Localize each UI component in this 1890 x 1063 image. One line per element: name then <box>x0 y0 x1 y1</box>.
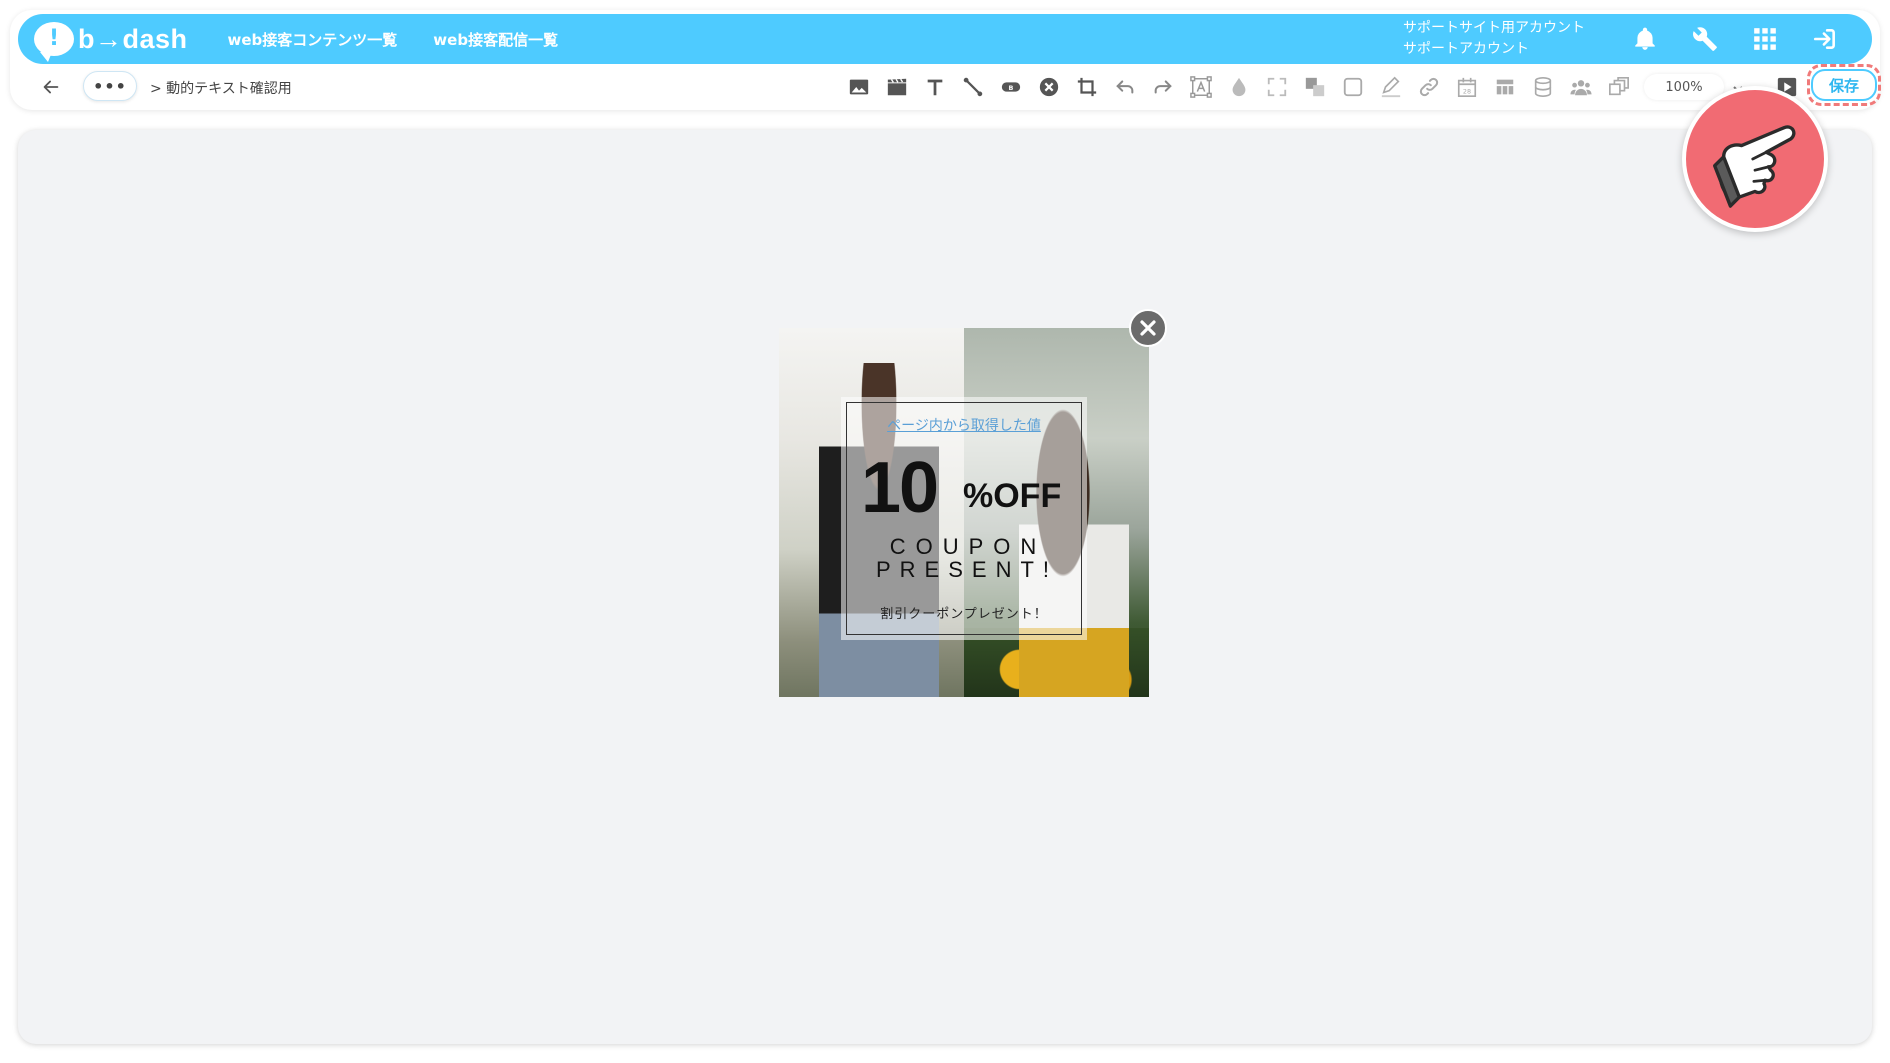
users-icon[interactable] <box>1568 74 1594 100</box>
text-box-icon[interactable] <box>1188 74 1214 100</box>
brand-logo[interactable]: ! b→dash <box>34 22 188 62</box>
crop-icon[interactable] <box>1074 74 1100 100</box>
coupon-popup[interactable]: ページ内から取得した値 10 %OFF COUPON PRESENT! 割引クー… <box>779 328 1149 697</box>
pen-icon[interactable] <box>1378 74 1404 100</box>
grid-icon[interactable] <box>1752 26 1778 52</box>
wrench-icon[interactable] <box>1692 26 1718 52</box>
text-icon[interactable] <box>922 74 948 100</box>
image-icon[interactable] <box>846 74 872 100</box>
account-info[interactable]: サポートサイト用アカウント サポートアカウント <box>1403 18 1585 60</box>
coupon-frame: ページ内から取得した値 10 %OFF COUPON PRESENT! 割引クー… <box>846 402 1082 635</box>
pointing-hand-icon <box>1713 125 1796 208</box>
logout-icon[interactable] <box>1812 26 1838 52</box>
dynamic-text-link[interactable]: ページ内から取得した値 <box>847 415 1081 435</box>
popup-close-button[interactable] <box>1129 309 1167 347</box>
redo-icon[interactable] <box>1150 74 1176 100</box>
layer-icon[interactable] <box>1302 74 1328 100</box>
pointer-hand-badge <box>1682 86 1828 232</box>
close-element-icon[interactable] <box>1036 74 1062 100</box>
button-icon[interactable]: B <box>998 74 1024 100</box>
calendar-icon[interactable]: 28 <box>1454 74 1480 100</box>
line-icon[interactable] <box>960 74 986 100</box>
tool-icons: B 28 <box>846 72 1644 102</box>
logo-text: b→dash <box>78 23 188 54</box>
discount-off-text[interactable]: %OFF <box>963 477 1061 516</box>
account-name-2: サポートアカウント <box>1403 41 1529 57</box>
fullscreen-icon[interactable] <box>1264 74 1290 100</box>
opacity-icon[interactable] <box>1226 74 1252 100</box>
nav-delivery-list[interactable]: web接客配信一覧 <box>433 29 558 50</box>
svg-text:B: B <box>1009 84 1014 92</box>
undo-icon[interactable] <box>1112 74 1138 100</box>
database-icon[interactable] <box>1530 74 1556 100</box>
back-arrow-icon[interactable] <box>40 76 62 98</box>
link-icon[interactable] <box>1416 74 1442 100</box>
discount-number[interactable]: 10 <box>861 447 939 529</box>
bell-icon[interactable] <box>1632 26 1658 52</box>
table-icon[interactable] <box>1492 74 1518 100</box>
logo-bubble-icon: ! <box>34 22 74 62</box>
save-highlight: 保存 <box>1807 64 1881 106</box>
present-heading[interactable]: PRESENT! <box>847 557 1081 583</box>
account-name-1: サポートサイト用アカウント <box>1403 20 1585 36</box>
breadcrumb-more-button[interactable]: ••• <box>83 71 137 101</box>
border-icon[interactable] <box>1340 74 1366 100</box>
svg-text:28: 28 <box>1463 87 1471 95</box>
save-button[interactable]: 保存 <box>1811 69 1877 101</box>
close-icon <box>1140 320 1156 336</box>
video-icon[interactable] <box>884 74 910 100</box>
coupon-subtitle[interactable]: 割引クーポンプレゼント！ <box>847 603 1081 622</box>
top-bar: ! b→dash web接客コンテンツ一覧 web接客配信一覧 サポートサイト用… <box>18 14 1872 64</box>
breadcrumb-current: > 動的テキスト確認用 <box>150 81 292 97</box>
nav-content-list[interactable]: web接客コンテンツ一覧 <box>228 29 398 50</box>
editor-toolbar: ••• > 動的テキスト確認用 B 28 100% 保存 <box>10 64 1881 110</box>
coupon-card[interactable]: ページ内から取得した値 10 %OFF COUPON PRESENT! 割引クー… <box>841 397 1087 640</box>
copy-icon[interactable] <box>1606 74 1632 100</box>
zoom-level[interactable]: 100% <box>1644 74 1724 100</box>
